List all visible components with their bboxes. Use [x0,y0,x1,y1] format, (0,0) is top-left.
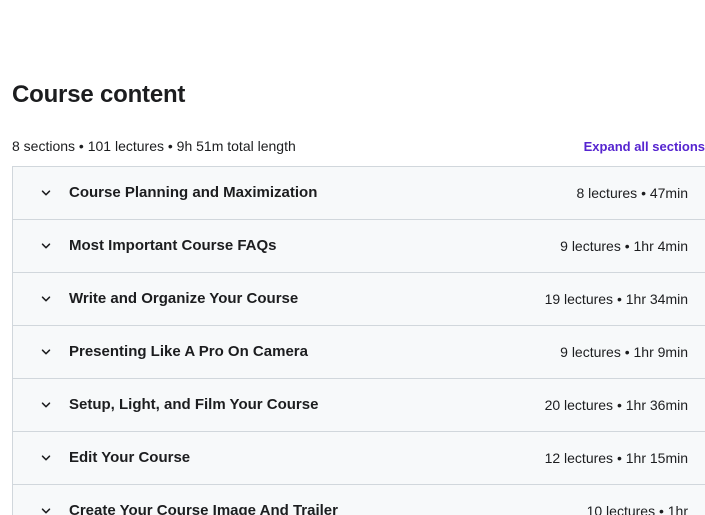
chevron-down-icon [40,452,52,464]
section-title: Create Your Course Image And Trailer [69,502,338,515]
section-item[interactable]: Setup, Light, and Film Your Course 20 le… [13,379,705,432]
section-title: Setup, Light, and Film Your Course [69,396,319,413]
expand-all-sections-button[interactable]: Expand all sections [584,137,705,157]
section-item[interactable]: Presenting Like A Pro On Camera 9 lectur… [13,326,705,379]
section-item[interactable]: Edit Your Course 12 lectures • 1hr 15min [13,432,705,485]
chevron-down-icon [40,346,52,358]
chevron-down-icon [40,240,52,252]
section-meta: 8 lectures • 47min [576,185,688,201]
section-meta: 9 lectures • 1hr 9min [560,344,688,360]
sections-list: Course Planning and Maximization 8 lectu… [12,166,705,515]
course-summary-row: 8 sections • 101 lectures • 9h 51m total… [12,136,705,156]
chevron-down-icon [40,187,52,199]
page-title: Course content [12,81,186,108]
section-title: Most Important Course FAQs [69,237,277,254]
section-meta: 19 lectures • 1hr 34min [544,291,688,307]
section-title: Presenting Like A Pro On Camera [69,343,308,360]
section-meta: 10 lectures • 1hr [586,503,688,515]
course-content-page: Course content 8 sections • 101 lectures… [0,0,705,515]
chevron-down-icon [40,399,52,411]
section-item[interactable]: Most Important Course FAQs 9 lectures • … [13,220,705,273]
chevron-down-icon [40,293,52,305]
section-meta: 9 lectures • 1hr 4min [560,238,688,254]
section-title: Write and Organize Your Course [69,290,299,307]
section-meta: 20 lectures • 1hr 36min [544,397,688,413]
chevron-down-icon [40,505,52,515]
section-meta: 12 lectures • 1hr 15min [544,450,688,466]
section-item[interactable]: Course Planning and Maximization 8 lectu… [13,167,705,220]
section-title: Edit Your Course [69,449,191,466]
section-title: Course Planning and Maximization [69,184,318,201]
section-item[interactable]: Write and Organize Your Course 19 lectur… [13,273,705,326]
section-item[interactable]: Create Your Course Image And Trailer 10 … [13,485,705,515]
course-summary: 8 sections • 101 lectures • 9h 51m total… [12,138,296,154]
